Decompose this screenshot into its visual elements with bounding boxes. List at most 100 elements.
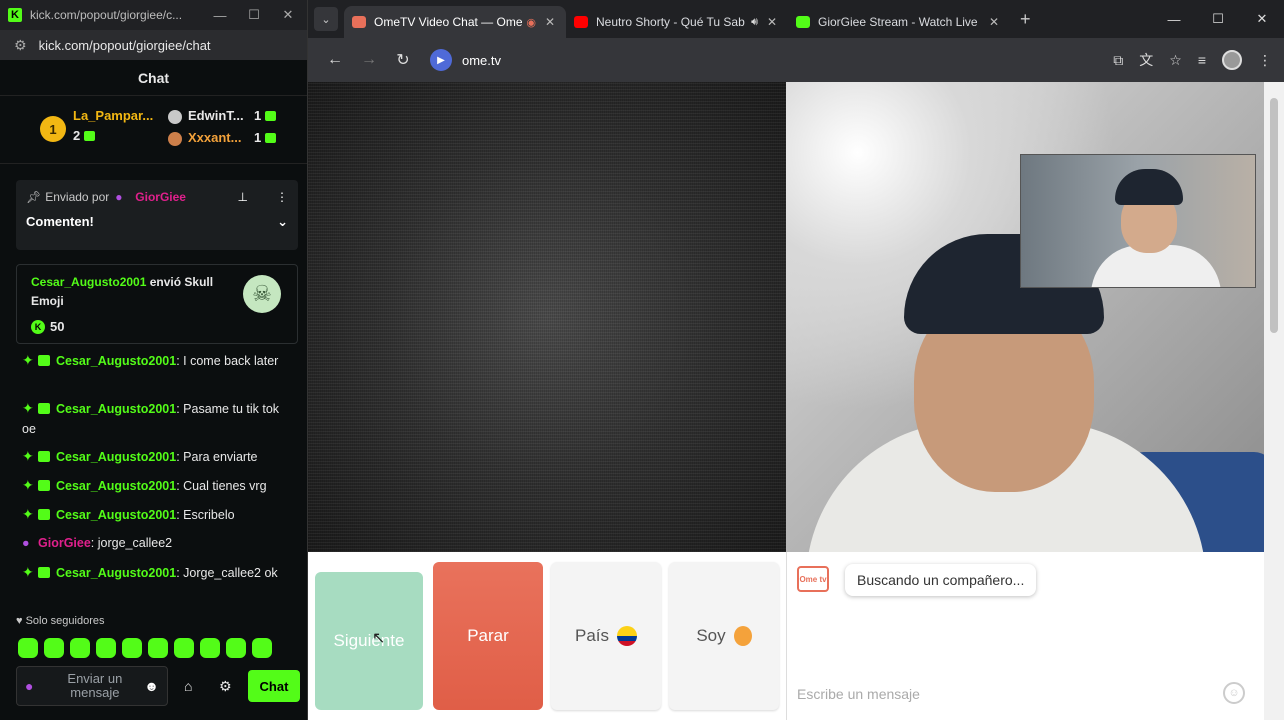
close-icon[interactable]: ✕ <box>1240 11 1284 27</box>
more-options-icon[interactable]: ⋮ <box>276 190 288 204</box>
install-app-icon[interactable]: ⧉ <box>1113 52 1123 69</box>
message-input[interactable] <box>797 682 1197 706</box>
chat-username[interactable]: Cesar_Augusto2001 <box>56 354 176 368</box>
og-badge-icon: ✦ <box>22 477 34 493</box>
gift-amount: K 50 <box>31 319 283 334</box>
new-tab-icon[interactable]: + <box>1020 9 1031 30</box>
emote-icon[interactable] <box>200 638 220 658</box>
emote-icon[interactable] <box>122 638 142 658</box>
tab-youtube[interactable]: Neutro Shorty - Qué Tu Sab 🔊︎ ✕ <box>566 6 788 38</box>
translate-icon[interactable]: 文 <box>1139 50 1153 70</box>
subscriber-badge-icon <box>38 480 50 491</box>
chat-input[interactable]: ● Enviar un mensaje ☻ <box>16 666 168 706</box>
og-badge-icon: ✦ <box>22 448 34 464</box>
gender-button[interactable]: Soy <box>669 562 779 710</box>
settings-gear-icon[interactable]: ⚙ <box>219 678 232 695</box>
emote-icon[interactable] <box>226 638 246 658</box>
page-scrollbar[interactable] <box>1264 82 1284 720</box>
chat-message: ✦ Cesar_Augusto2001: I come back later <box>22 350 292 371</box>
leader-3-name[interactable]: Xxxant... <box>188 130 241 145</box>
minimize-icon[interactable]: — <box>1152 12 1196 27</box>
chat-username[interactable]: Cesar_Augusto2001 <box>56 566 176 580</box>
emote-icon[interactable] <box>252 638 272 658</box>
chrome-menu-icon[interactable]: ⋮ <box>1258 52 1272 69</box>
unpin-icon[interactable]: ⊥ <box>238 190 248 204</box>
colombia-flag-icon <box>617 626 638 646</box>
audio-playing-icon[interactable]: 🔊︎ <box>751 16 758 29</box>
mic-icon: ● <box>25 678 34 694</box>
gift-icon <box>84 131 96 141</box>
chat-username[interactable]: Cesar_Augusto2001 <box>56 508 176 522</box>
back-icon[interactable]: ← <box>318 51 352 69</box>
forward-icon[interactable]: → <box>352 51 386 69</box>
maximize-icon[interactable]: ☐ <box>243 7 265 23</box>
streamer-webcam-overlay <box>1020 154 1256 288</box>
close-tab-icon[interactable]: ✕ <box>542 15 558 29</box>
profile-avatar-icon[interactable] <box>1222 50 1242 70</box>
chat-username[interactable]: Cesar_Augusto2001 <box>56 450 176 464</box>
chat-input-placeholder: Enviar un mensaje <box>67 671 123 700</box>
kick-url-bar[interactable]: ⚙ kick.com/popout/giorgiee/chat <box>0 30 307 60</box>
maximize-icon[interactable]: ☐ <box>1196 11 1240 27</box>
chat-text: : jorge_callee2 <box>90 536 173 550</box>
kick-title-bar: K kick.com/popout/giorgiee/c... — ☐ ✕ <box>0 0 307 30</box>
mouse-cursor-icon: ↖ <box>372 630 386 647</box>
emoji-icon[interactable]: ☺ <box>1223 682 1245 704</box>
chevron-down-icon[interactable]: ⌄ <box>277 214 288 230</box>
media-controls-icon[interactable]: ≡ <box>1198 52 1206 68</box>
country-button[interactable]: País <box>551 562 661 710</box>
broadcaster-mic-icon: ● <box>22 536 30 550</box>
pinned-message[interactable]: 📌︎ Enviado por ● GiorGiee ⊥ ⋮ Comenten! … <box>16 180 298 250</box>
chat-username[interactable]: Cesar_Augusto2001 <box>56 479 176 493</box>
kick-chat-window: K kick.com/popout/giorgiee/c... — ☐ ✕ ⚙ … <box>0 0 308 720</box>
emote-icon[interactable] <box>96 638 116 658</box>
chat-message: ✦ Cesar_Augusto2001: Pasame tu tik tok oe <box>22 398 292 439</box>
rank-1-medal-icon: 1 <box>40 116 66 142</box>
emote-icon[interactable] <box>174 638 194 658</box>
close-tab-icon[interactable]: ✕ <box>986 15 1002 29</box>
kick-coin-icon: K <box>31 319 45 334</box>
camera-permission-icon[interactable]: ▶ <box>430 49 452 71</box>
gender-label: Soy <box>696 626 726 645</box>
reload-icon[interactable]: ↻ <box>386 50 420 70</box>
chat-username[interactable]: GiorGiee <box>38 536 91 550</box>
pinned-text: Comenten! <box>26 214 94 229</box>
emoji-picker-icon[interactable]: ☻ <box>144 678 159 694</box>
chat-username[interactable]: Cesar_Augusto2001 <box>56 402 176 416</box>
next-button[interactable]: Siguiente <box>315 572 423 710</box>
ometv-logo: Ome tv <box>797 566 829 592</box>
send-chat-button[interactable]: Chat <box>248 670 300 702</box>
bookmark-star-icon[interactable]: ☆ <box>1169 52 1182 69</box>
emote-icon[interactable] <box>44 638 64 658</box>
status-bubble: Buscando un compañero... <box>845 564 1037 596</box>
emote-icon[interactable] <box>148 638 168 658</box>
pinned-sender[interactable]: GiorGiee <box>135 190 186 204</box>
ometv-page: Siguiente Parar País Soy ↖ Ome tv Buscan… <box>308 82 1284 720</box>
chat-text: : Jorge_callee2 ok <box>176 566 278 580</box>
stranger-video-static <box>308 82 786 552</box>
pinned-body: Comenten! ⌄ <box>26 214 288 230</box>
chat-message: ✦ Cesar_Augusto2001: Jorge_callee2 ok <box>22 562 292 583</box>
close-icon[interactable]: ✕ <box>277 7 299 23</box>
tab-search-icon[interactable]: ⌄ <box>314 7 338 31</box>
minimize-icon[interactable]: — <box>209 8 231 23</box>
stop-button[interactable]: Parar <box>433 562 543 710</box>
gift-user[interactable]: Cesar_Augusto2001 <box>31 275 146 289</box>
toolbar-actions: ⧉ 文 ☆ ≡ ⋮ <box>1113 38 1272 82</box>
subscriber-badge-icon <box>38 567 50 578</box>
emote-icon[interactable] <box>70 638 90 658</box>
tab-ometv[interactable]: OmeTV Video Chat — Ome ◉ ✕ <box>344 6 566 38</box>
emote-icon[interactable] <box>18 638 38 658</box>
close-tab-icon[interactable]: ✕ <box>764 15 780 29</box>
tab-kick-stream[interactable]: GiorGiee Stream - Watch Live o ✕ <box>788 6 1010 38</box>
leader-2-name[interactable]: EdwinT... <box>188 108 244 123</box>
chat-text: : I come back later <box>176 354 279 368</box>
chat-text: : Escribelo <box>176 508 235 522</box>
scrollbar-thumb[interactable] <box>1270 98 1278 333</box>
site-settings-icon[interactable]: ⚙ <box>14 37 27 54</box>
leader-1-name[interactable]: La_Pampar... <box>73 108 153 123</box>
kick-window-title: kick.com/popout/giorgiee/c... <box>30 8 183 22</box>
kick-favicon-icon <box>796 16 810 28</box>
address-bar[interactable]: ▶ ome.tv <box>430 49 501 71</box>
store-icon[interactable]: ⌂ <box>184 678 192 694</box>
